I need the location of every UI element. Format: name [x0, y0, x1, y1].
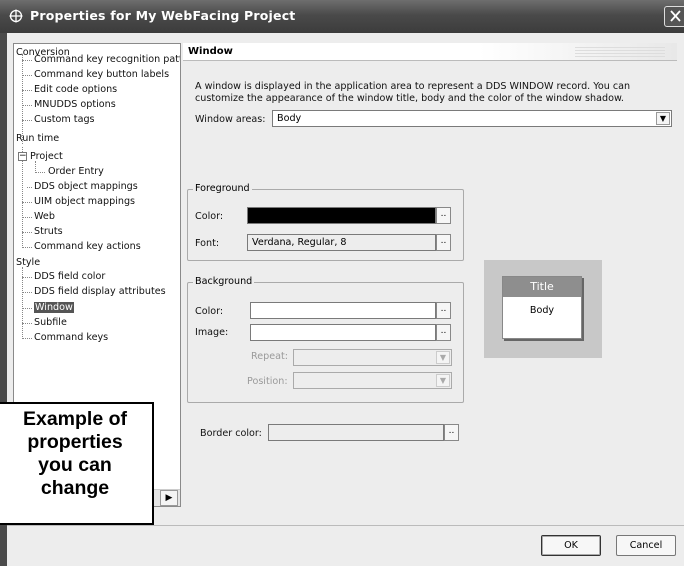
preview-title: Title [503, 277, 581, 297]
tree-item-order-entry[interactable]: Order Entry [48, 165, 104, 179]
background-color-browse-button[interactable]: .. [436, 302, 451, 319]
foreground-color-label: Color: [195, 211, 224, 222]
window-areas-label: Window areas: [195, 114, 266, 125]
tree-item-web[interactable]: Web [34, 210, 55, 224]
border-color-field[interactable] [268, 424, 444, 441]
background-legend: Background [193, 276, 255, 287]
background-position-select: ▼ [293, 372, 452, 389]
tree-item-dds-field-color[interactable]: DDS field color [34, 270, 105, 284]
border-color-browse-button[interactable]: .. [444, 424, 459, 441]
tree-item-subfile[interactable]: Subfile [34, 316, 67, 330]
foreground-font-field: Verdana, Regular, 8 [247, 234, 436, 251]
tree-item-command-keys[interactable]: Command keys [34, 331, 108, 345]
background-image-field[interactable] [250, 324, 436, 341]
background-repeat-label: Repeat: [251, 351, 289, 362]
background-color-label: Color: [195, 306, 224, 317]
tree-item-run-time[interactable]: Run time [16, 132, 59, 146]
tree-item-dds-object-mappings[interactable]: DDS object mappings [34, 180, 138, 194]
panel-header: Window [183, 43, 677, 61]
cancel-button[interactable]: Cancel [616, 535, 676, 556]
chevron-down-icon[interactable]: ▼ [656, 112, 670, 125]
window-areas-select[interactable]: Body ▼ [272, 110, 672, 127]
panel-description: A window is displayed in the application… [195, 81, 631, 104]
background-position-label: Position: [247, 376, 288, 387]
panel-title: Window [188, 46, 233, 57]
background-image-browse-button[interactable]: .. [436, 324, 451, 341]
chevron-down-icon: ▼ [436, 351, 450, 364]
foreground-font-label: Font: [195, 238, 220, 249]
tree-item-style[interactable]: Style [16, 256, 40, 270]
scroll-right-icon[interactable]: ▶ [160, 490, 178, 506]
callout-line-2: properties [27, 431, 123, 453]
ok-button[interactable]: OK [541, 535, 601, 556]
window-preview: Title Body [484, 260, 602, 358]
window-areas-value: Body [277, 113, 302, 124]
foreground-font-browse-button[interactable]: .. [436, 234, 451, 251]
tree-item-window[interactable]: Window [34, 301, 74, 315]
annotation-callout: Example of properties you can change [0, 402, 154, 525]
webfacing-icon [9, 9, 23, 23]
tree-item-mnudds-options[interactable]: MNUDDS options [34, 98, 116, 112]
project-expander-icon[interactable]: − [18, 152, 27, 161]
header-decoration [575, 47, 665, 57]
tree-item-custom-tags[interactable]: Custom tags [34, 113, 95, 127]
button-separator [7, 525, 684, 526]
close-icon [670, 10, 681, 22]
background-color-field[interactable] [250, 302, 436, 319]
foreground-font-value: Verdana, Regular, 8 [252, 237, 347, 248]
window-title: Properties for My WebFacing Project [30, 8, 296, 23]
background-image-label: Image: [195, 327, 229, 338]
title-bar: Properties for My WebFacing Project [0, 0, 684, 33]
callout-line-3: you can [38, 454, 112, 476]
tree-item-project[interactable]: Project [30, 150, 63, 164]
tree-item-command-key-actions[interactable]: Command key actions [34, 240, 141, 254]
preview-body: Body [529, 305, 555, 316]
preview-window: Title Body [502, 276, 582, 339]
callout-line-4: change [40, 477, 110, 499]
close-button[interactable] [664, 6, 684, 27]
tree-item-command-key-recognition[interactable]: Command key recognition patt [34, 53, 180, 67]
tree-item-command-key-button-labels[interactable]: Command key button labels [34, 68, 169, 82]
chevron-down-icon: ▼ [436, 374, 450, 387]
foreground-legend: Foreground [193, 183, 252, 194]
foreground-color-browse-button[interactable]: .. [436, 207, 451, 224]
tree-item-edit-code-options[interactable]: Edit code options [34, 83, 117, 97]
foreground-color-field[interactable] [247, 207, 436, 224]
border-color-label: Border color: [200, 428, 262, 439]
tree-item-uim-object-mappings[interactable]: UIM object mappings [34, 195, 135, 209]
callout-line-1: Example of [22, 408, 128, 430]
tree-item-struts[interactable]: Struts [34, 225, 63, 239]
tree-item-dds-field-display-attributes[interactable]: DDS field display attributes [34, 285, 166, 299]
background-repeat-select: ▼ [293, 349, 452, 366]
